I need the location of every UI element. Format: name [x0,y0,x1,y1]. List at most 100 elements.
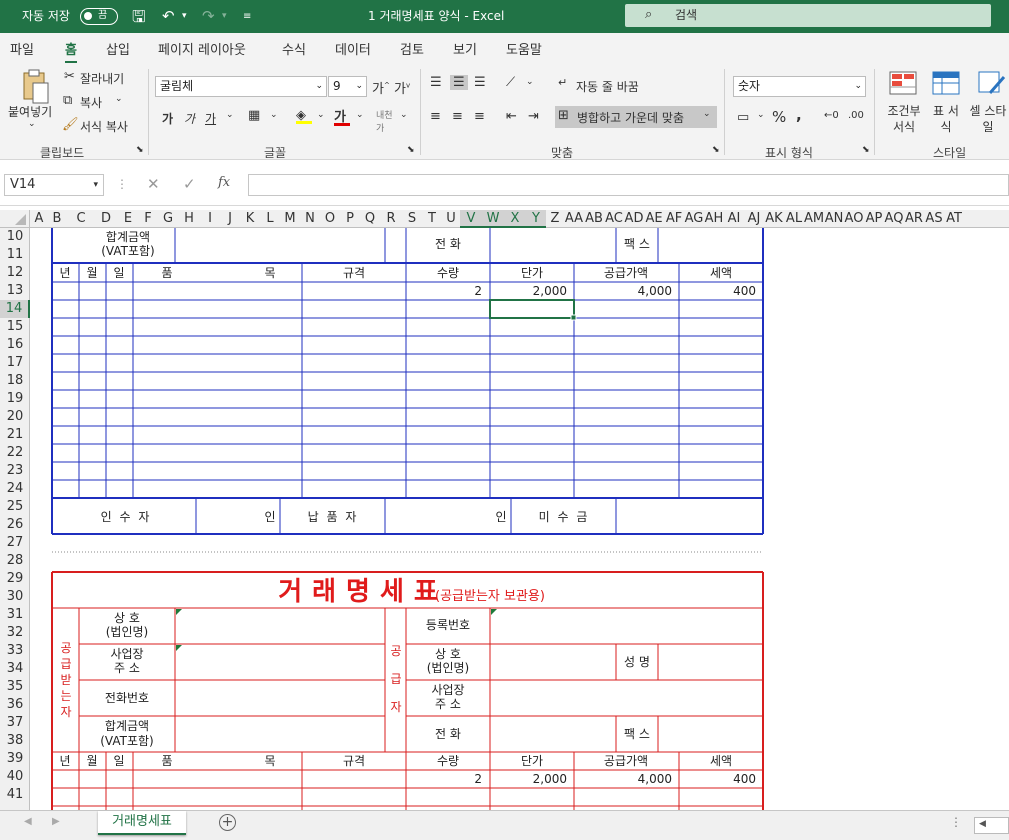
sheet-tab[interactable]: 거래명세표 [98,811,186,835]
phonetic-icon[interactable]: 내천 가 [376,108,393,134]
row-header[interactable]: 21 [0,426,30,444]
paste-icon[interactable] [20,69,50,105]
row-header[interactable]: 41 [0,786,30,804]
column-header[interactable]: Z [546,210,564,228]
column-header[interactable]: G [158,210,178,228]
column-header[interactable]: AM [804,210,824,228]
paste-button[interactable]: 붙여넣기 [8,103,52,120]
row-header[interactable]: 17 [0,354,30,372]
column-header[interactable]: AK [764,210,784,228]
align-center-icon[interactable]: ≡ [452,109,463,124]
column-header[interactable]: AP [864,210,884,228]
column-header[interactable]: P [340,210,360,228]
row-header[interactable]: 22 [0,444,30,462]
decrease-indent-icon[interactable]: ⇤ [506,109,517,124]
column-header[interactable]: AD [624,210,644,228]
select-all-corner[interactable] [0,210,30,228]
italic-button[interactable]: 가 [184,110,195,127]
font-size-select[interactable]: 9 ⌄ [328,76,367,97]
row-header[interactable]: 16 [0,336,30,354]
phonetic-dropdown-icon[interactable]: ⌄ [400,110,408,120]
column-header[interactable]: AN [824,210,844,228]
comma-style-icon[interactable]: , [796,106,802,124]
undo-icon[interactable]: ↶ [162,0,175,33]
column-header[interactable]: V [460,210,482,228]
bold-button[interactable]: 가 [162,110,173,127]
undo-dropdown-icon[interactable]: ▾ [182,0,187,33]
decrease-decimal-icon[interactable]: .00 [848,110,864,121]
cut-button[interactable]: 잘라내기 [80,70,124,87]
tab-4[interactable]: 수식 [282,39,306,58]
prev-sheet-icon[interactable]: ◀ [24,816,32,827]
font-color-dropdown-icon[interactable]: ⌄ [356,110,364,120]
row-header[interactable]: 20 [0,408,30,426]
column-header[interactable]: Y [526,210,546,228]
format-painter-button[interactable]: 서식 복사 [80,118,128,135]
align-top-icon[interactable]: ☰ [430,75,442,90]
save-icon[interactable]: 🖫 [132,0,146,33]
column-header[interactable]: J [220,210,240,228]
align-middle-icon[interactable]: ☰ [450,75,468,90]
orientation-dropdown-icon[interactable]: ⌄ [526,77,534,87]
paste-dropdown-icon[interactable]: ⌄ [28,119,36,129]
row-header[interactable]: 32 [0,624,30,642]
row-header[interactable]: 36 [0,696,30,714]
copy-dropdown-icon[interactable]: ⌄ [115,94,123,104]
enter-icon[interactable]: ✓ [183,175,196,193]
redo-icon[interactable]: ↷ [202,0,215,33]
conditional-format-button[interactable]: 조건부 서식 [886,103,922,135]
accounting-dropdown-icon[interactable]: ⌄ [757,110,765,120]
column-header[interactable]: R [380,210,402,228]
search-box[interactable]: ⌕ 검색 [625,4,991,27]
row-header[interactable]: 15 [0,318,30,336]
column-header[interactable]: W [482,210,504,228]
tab-3[interactable]: 페이지 레이아웃 [158,39,246,58]
horizontal-scrollbar[interactable]: ◀ [974,817,1009,834]
row-header[interactable]: 23 [0,462,30,480]
tab-6[interactable]: 검토 [400,39,424,58]
font-launcher-icon[interactable]: ⬊ [407,145,415,155]
row-header[interactable]: 14 [0,300,30,318]
insert-function-icon[interactable]: fx [218,175,230,190]
number-launcher-icon[interactable]: ⬊ [862,145,870,155]
increase-indent-icon[interactable]: ⇥ [528,109,539,124]
percent-icon[interactable]: % [772,108,786,126]
redo-dropdown-icon[interactable]: ▾ [222,0,227,33]
column-header[interactable]: K [240,210,260,228]
column-header[interactable]: AL [784,210,804,228]
scroll-left-icon[interactable]: ◀ [979,819,986,829]
row-header[interactable]: 10 [0,228,30,246]
column-header[interactable]: AR [904,210,924,228]
row-header[interactable]: 18 [0,372,30,390]
border-dropdown-icon[interactable]: ⌄ [270,110,278,120]
align-right-icon[interactable]: ≡ [474,109,485,124]
font-name-select[interactable]: 굴림체 ⌄ [155,76,327,97]
tab-0[interactable]: 파일 [10,39,34,58]
column-header[interactable]: Q [360,210,380,228]
column-header[interactable]: O [320,210,340,228]
row-header[interactable]: 19 [0,390,30,408]
tab-8[interactable]: 도움말 [506,39,542,58]
row-header[interactable]: 12 [0,264,30,282]
column-header[interactable]: AO [844,210,864,228]
add-sheet-icon[interactable]: + [219,814,236,831]
column-header[interactable]: L [260,210,280,228]
column-header[interactable]: T [422,210,442,228]
column-header[interactable]: AJ [744,210,764,228]
column-header[interactable]: AS [924,210,944,228]
column-header[interactable]: F [138,210,158,228]
column-header[interactable]: AC [604,210,624,228]
tab-2[interactable]: 삽입 [106,39,130,58]
increase-font-icon[interactable]: 가^ [372,78,390,97]
tab-1[interactable]: 홈 [65,39,77,63]
merge-center-button[interactable]: ⊞ 병합하고 가운데 맞춤 ⌄ [555,106,717,128]
column-header[interactable]: AA [564,210,584,228]
formula-input[interactable] [248,174,1009,196]
row-header[interactable]: 11 [0,246,30,264]
autosave-toggle[interactable]: 끔 [80,8,118,25]
column-header[interactable]: A [32,210,46,228]
row-header[interactable]: 38 [0,732,30,750]
row-header[interactable]: 28 [0,552,30,570]
row-header[interactable]: 27 [0,534,30,552]
wrap-text-button[interactable]: 자동 줄 바꿈 [576,78,639,95]
